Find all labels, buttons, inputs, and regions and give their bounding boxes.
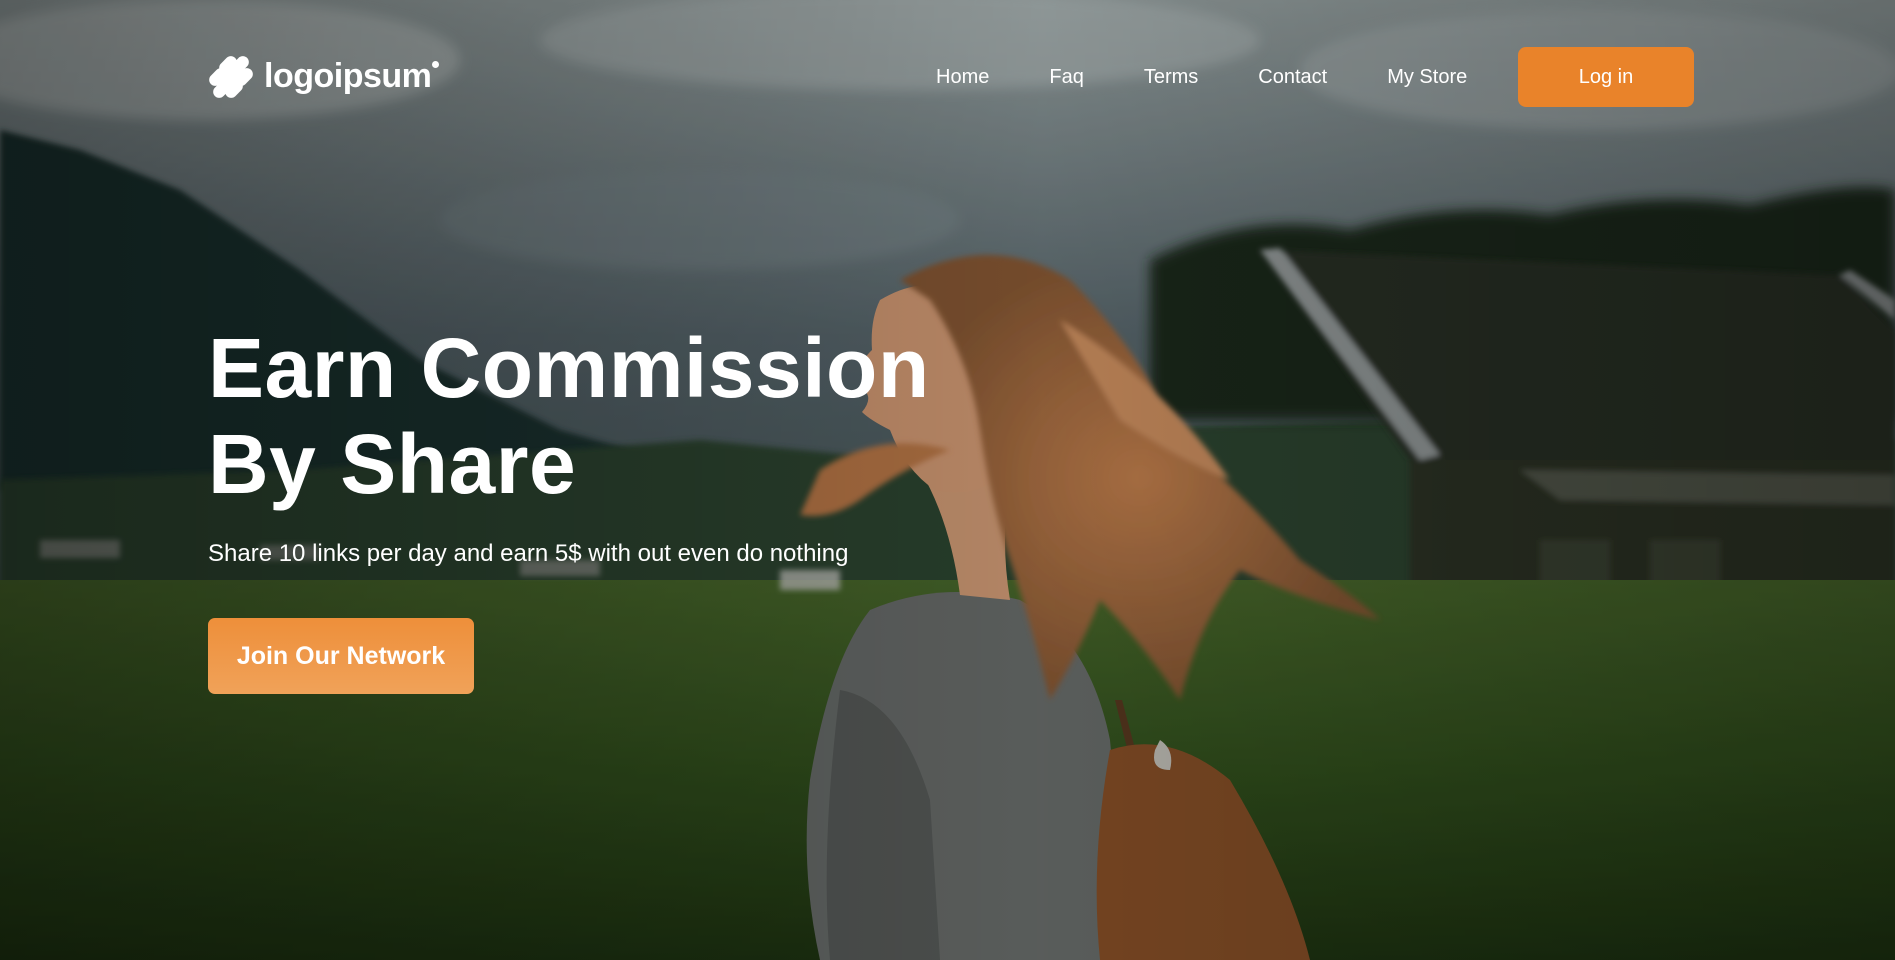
brand-logo[interactable]: logoipsum [208,53,440,99]
top-navbar: logoipsum Home Faq Terms Contact My Stor… [208,47,1694,107]
nav-link-terms[interactable]: Terms [1144,66,1198,89]
hero-title: Earn Commission By Share [208,320,968,512]
nav-link-home[interactable]: Home [936,66,989,89]
hero-section: Earn Commission By Share Share 10 links … [208,320,968,694]
logo-text: logoipsum [264,56,432,95]
main-nav: Home Faq Terms Contact My Store [936,47,1467,107]
hero-title-line-2: By Share [208,417,577,511]
hero-title-line-1: Earn Commission [208,321,930,415]
nav-link-faq[interactable]: Faq [1049,66,1083,89]
logo-mark-icon [209,56,253,98]
hero-subtitle: Share 10 links per day and earn 5$ with … [208,540,849,567]
join-network-button[interactable]: Join Our Network [208,618,474,694]
registered-mark-icon [432,60,440,68]
login-button[interactable]: Log in [1518,47,1694,107]
nav-link-my-store[interactable]: My Store [1387,66,1467,89]
nav-link-contact[interactable]: Contact [1258,66,1327,89]
